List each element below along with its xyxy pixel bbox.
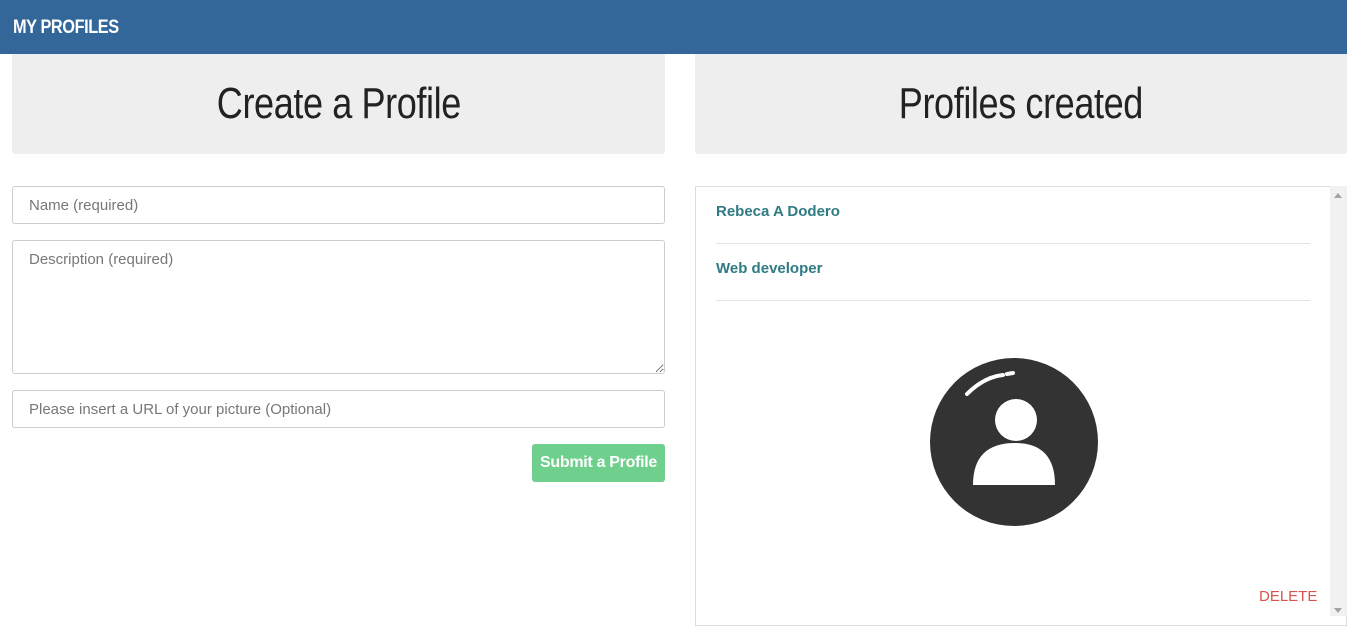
submit-profile-button[interactable]: Submit a Profile bbox=[532, 444, 665, 482]
profile-card: Rebeca A Dodero Web developer DELETE bbox=[695, 186, 1347, 626]
delete-profile-link[interactable]: DELETE bbox=[1259, 588, 1317, 605]
navbar: MY PROFILES bbox=[0, 0, 1347, 54]
picture-url-input[interactable] bbox=[12, 390, 665, 428]
scroll-down-arrow-icon[interactable] bbox=[1334, 608, 1342, 613]
create-profile-title: Create a Profile bbox=[216, 79, 461, 128]
create-profile-heading: Create a Profile bbox=[12, 54, 665, 154]
description-textarea[interactable] bbox=[12, 240, 665, 374]
name-input[interactable] bbox=[12, 186, 665, 224]
profile-description: Web developer bbox=[716, 244, 1310, 301]
brand-title[interactable]: MY PROFILES bbox=[13, 17, 119, 39]
user-avatar-icon bbox=[930, 358, 1098, 526]
profiles-created-title: Profiles created bbox=[898, 79, 1144, 128]
profiles-created-heading: Profiles created bbox=[695, 54, 1347, 154]
profile-name: Rebeca A Dodero bbox=[716, 187, 1310, 244]
scroll-up-arrow-icon[interactable] bbox=[1334, 193, 1342, 198]
profiles-scrollbar[interactable] bbox=[1330, 186, 1347, 616]
